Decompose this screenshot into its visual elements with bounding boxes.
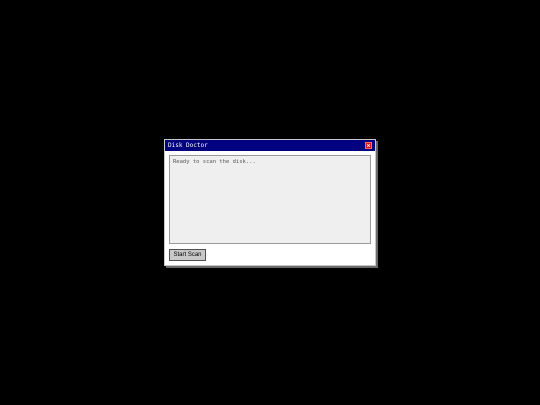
close-icon xyxy=(366,143,371,148)
disk-doctor-window: Disk Doctor Ready to scan the disk... St… xyxy=(164,139,376,266)
close-button[interactable] xyxy=(365,142,372,149)
scan-output-area[interactable]: Ready to scan the disk... xyxy=(169,155,371,244)
window-titlebar[interactable]: Disk Doctor xyxy=(165,140,375,151)
start-scan-button[interactable]: Start Scan xyxy=(169,249,206,261)
window-title: Disk Doctor xyxy=(168,142,208,149)
desktop: Disk Doctor Ready to scan the disk... St… xyxy=(0,0,540,405)
